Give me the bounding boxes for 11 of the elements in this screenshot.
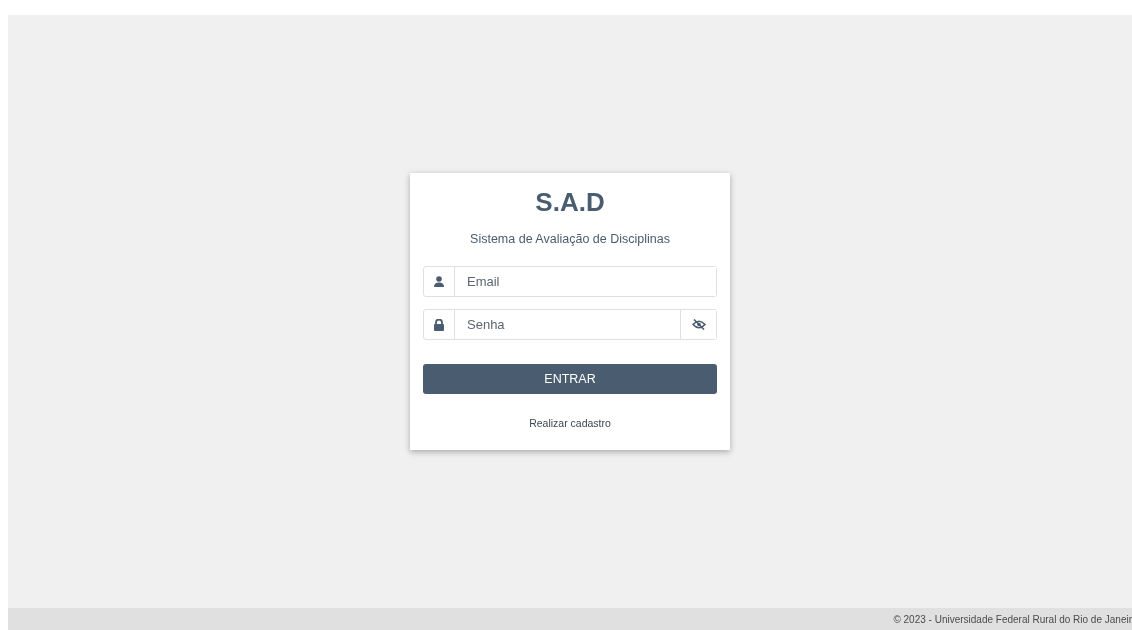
footer-text: © 2023 - Universidade Federal Rural do Rio de Janeir (893, 612, 1132, 627)
show-password-button[interactable] (680, 310, 716, 340)
eye-slash-icon (691, 319, 706, 331)
register-link[interactable]: Realizar cadastro (529, 417, 611, 430)
password-input-group[interactable]: Senha (423, 309, 717, 341)
app-subtitle: Sistema de Avaliação de Disciplinas (470, 232, 670, 247)
lock-icon (434, 318, 444, 331)
app-title: S.A.D (535, 186, 605, 219)
email-input-group[interactable]: Email (423, 266, 717, 298)
login-button[interactable]: ENTRAR (423, 364, 717, 395)
user-icon (434, 276, 444, 288)
